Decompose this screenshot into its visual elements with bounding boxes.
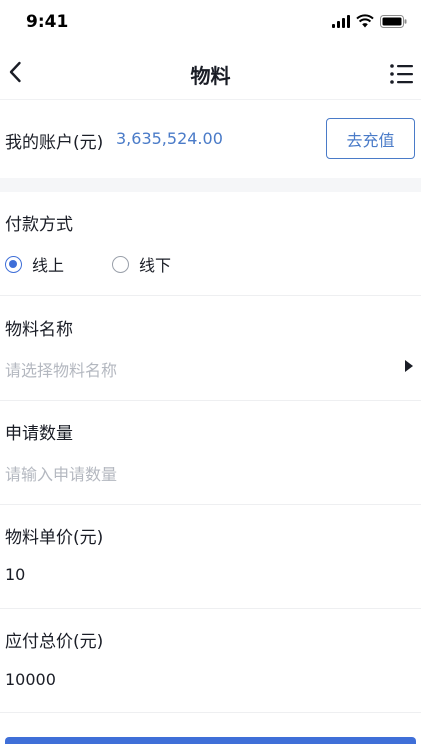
material-name-select[interactable]: 请选择物料名称 [5,357,117,381]
recharge-button[interactable]: 去充值 [326,118,415,159]
material-name-section[interactable]: 物料名称 请选择物料名称 [0,296,421,401]
total-price-section: 应付总价(元) 10000 [0,609,421,713]
wifi-icon [356,14,374,28]
account-balance: 3,635,524.00 [116,129,223,148]
material-name-label: 物料名称 [5,320,73,340]
caret-right-icon [405,360,413,372]
unit-price-label: 物料单价(元) [5,528,104,548]
payment-option-label: 线上 [32,256,65,275]
list-menu-icon [390,64,413,84]
payment-method-label: 付款方式 [5,215,73,235]
menu-button[interactable] [389,61,415,87]
submit-button[interactable] [5,737,416,744]
radio-unchecked-icon [112,255,130,273]
radio-checked-icon [5,255,22,273]
status-time: 9:41 [26,12,69,32]
account-row: 我的账户(元) 3,635,524.00 去充值 [0,100,421,178]
section-divider [0,178,421,192]
nav-bar: 物料 [0,46,421,100]
payment-method-radio-group: 线上 线下 [5,252,219,276]
quantity-section: 申请数量 请输入申请数量 [0,401,421,505]
payment-option-offline[interactable]: 线下 [112,252,171,276]
payment-option-label: 线下 [139,256,172,275]
total-price-value: 10000 [5,670,56,689]
quantity-label: 申请数量 [5,424,73,444]
status-icons [332,14,407,28]
page-title: 物料 [190,64,231,88]
status-bar: 9:41 [0,0,421,46]
quantity-input[interactable]: 请输入申请数量 [5,461,117,485]
payment-option-online[interactable]: 线上 [5,252,64,276]
account-label: 我的账户(元) [5,133,104,153]
battery-icon [380,14,407,28]
unit-price-value: 10 [5,565,26,584]
cellular-signal-icon [332,14,350,28]
payment-method-section: 付款方式 线上 线下 [0,192,421,296]
unit-price-section: 物料单价(元) 10 [0,505,421,609]
total-price-label: 应付总价(元) [5,632,104,652]
